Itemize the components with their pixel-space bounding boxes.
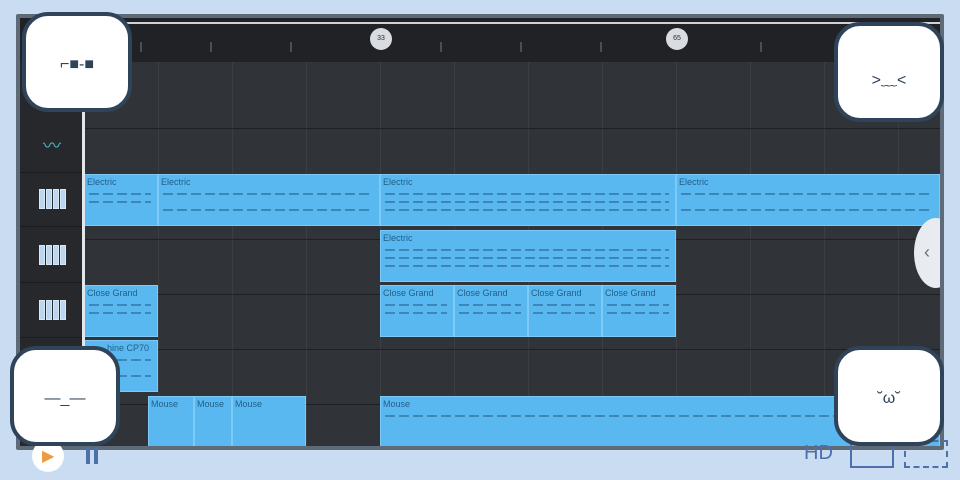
- clip-notes: [681, 209, 933, 211]
- grid-line: [232, 62, 233, 446]
- clip-close-grand[interactable]: Close Grand: [454, 285, 528, 337]
- app-frame: 33 65 〰 Electric Electric Electric Elect…: [16, 14, 944, 450]
- clip-label: Close Grand: [531, 288, 582, 298]
- grid-line: [158, 62, 159, 446]
- clip-notes: [89, 201, 151, 203]
- clip-electric[interactable]: Electric: [84, 174, 158, 226]
- clip-close-grand[interactable]: Close Grand: [528, 285, 602, 337]
- bar-marker-33[interactable]: 33: [370, 28, 392, 50]
- clip-notes: [533, 304, 595, 306]
- track-header-2[interactable]: [20, 228, 84, 283]
- clip-electric[interactable]: Electric: [380, 174, 676, 226]
- clip-label: Close Grand: [87, 288, 138, 298]
- clip-notes: [163, 209, 373, 211]
- clip-notes: [385, 265, 669, 267]
- clip-electric[interactable]: Electric: [158, 174, 380, 226]
- pause-icon: [86, 448, 90, 464]
- clip-notes: [89, 312, 151, 314]
- timeline-progress: [84, 22, 940, 24]
- clip-mouse[interactable]: Mouse: [148, 396, 194, 446]
- piano-icon: [38, 245, 66, 265]
- clip-label: Electric: [383, 233, 413, 243]
- clip-notes: [385, 193, 669, 195]
- clip-label: Close Grand: [605, 288, 656, 298]
- ruler-tick: [440, 42, 442, 52]
- mascot-face: —_—: [44, 390, 86, 407]
- track-divider: [84, 128, 940, 129]
- clip-label: Close Grand: [457, 288, 508, 298]
- mascot-sticker-crying: >﹏<: [834, 22, 944, 122]
- clip-notes: [385, 209, 669, 211]
- clip-close-grand[interactable]: Close Grand: [602, 285, 676, 337]
- clip-notes: [385, 201, 669, 203]
- pause-icon: [94, 448, 98, 464]
- daw-workspace: 33 65 〰 Electric Electric Electric Elect…: [20, 18, 940, 446]
- mascot-sticker-glasses: ⌐■-■: [22, 12, 132, 112]
- clip-label: Electric: [87, 177, 117, 187]
- waveform-icon: 〰: [43, 136, 61, 156]
- ruler-tick: [210, 42, 212, 52]
- clip-notes: [459, 304, 521, 306]
- clip-notes: [533, 312, 595, 314]
- clip-notes: [459, 312, 521, 314]
- clip-notes: [385, 304, 447, 306]
- ruler-tick: [600, 42, 602, 52]
- ruler-tick: [140, 42, 142, 52]
- play-icon: ▶: [42, 448, 55, 465]
- clip-notes: [681, 193, 933, 195]
- hd-quality-button[interactable]: HD: [804, 442, 833, 465]
- track-header-audio[interactable]: 〰: [20, 118, 84, 173]
- clip-electric[interactable]: Electric: [676, 174, 940, 226]
- clip-notes: [607, 312, 669, 314]
- ruler-tick: [520, 42, 522, 52]
- grid-line: [750, 62, 751, 446]
- mascot-face: ⌐■-■: [60, 56, 94, 73]
- clip-mouse[interactable]: Mouse: [194, 396, 232, 446]
- grid-line: [676, 62, 677, 446]
- clip-notes: [89, 193, 151, 195]
- clip-notes: [385, 257, 669, 259]
- clip-close-grand[interactable]: Close Grand: [380, 285, 454, 337]
- track-divider: [84, 349, 940, 350]
- clip-label: Mouse: [235, 399, 263, 409]
- grid-line: [824, 62, 825, 446]
- track-header-1[interactable]: [20, 172, 84, 227]
- clip-label: Electric: [161, 177, 191, 187]
- grid-line: [306, 62, 307, 446]
- clip-notes: [89, 304, 151, 306]
- clip-close-grand[interactable]: Close Grand: [84, 285, 158, 337]
- clip-label: hine CP70: [107, 343, 150, 353]
- clip-mouse[interactable]: Mouse: [232, 396, 306, 446]
- arrangement-grid[interactable]: Electric Electric Electric Electric Elec…: [84, 62, 940, 446]
- clip-label: Mouse: [151, 399, 179, 409]
- piano-icon: [38, 189, 66, 209]
- clip-notes: [163, 193, 373, 195]
- piano-icon: [38, 300, 66, 320]
- pause-button[interactable]: [86, 448, 104, 466]
- mascot-face: ˘ω˘: [877, 390, 901, 407]
- clip-notes: [385, 249, 669, 251]
- clip-label: Mouse: [197, 399, 225, 409]
- mascot-sticker-smug: ˘ω˘: [834, 346, 944, 446]
- timeline-ruler[interactable]: 33 65: [20, 18, 940, 62]
- clip-notes: [607, 304, 669, 306]
- track-header-3[interactable]: [20, 283, 84, 338]
- clip-label: Close Grand: [383, 288, 434, 298]
- mascot-face: >﹏<: [871, 72, 907, 89]
- ruler-tick: [290, 42, 292, 52]
- mascot-sticker-thinking: —_—: [10, 346, 120, 446]
- clip-notes: [385, 312, 447, 314]
- bar-marker-65[interactable]: 65: [666, 28, 688, 50]
- clip-label: Electric: [679, 177, 709, 187]
- clip-label: Electric: [383, 177, 413, 187]
- clip-electric[interactable]: Electric: [380, 230, 676, 282]
- clip-label: Mouse: [383, 399, 411, 409]
- ruler-tick: [760, 42, 762, 52]
- chevron-left-icon: ‹: [924, 242, 930, 262]
